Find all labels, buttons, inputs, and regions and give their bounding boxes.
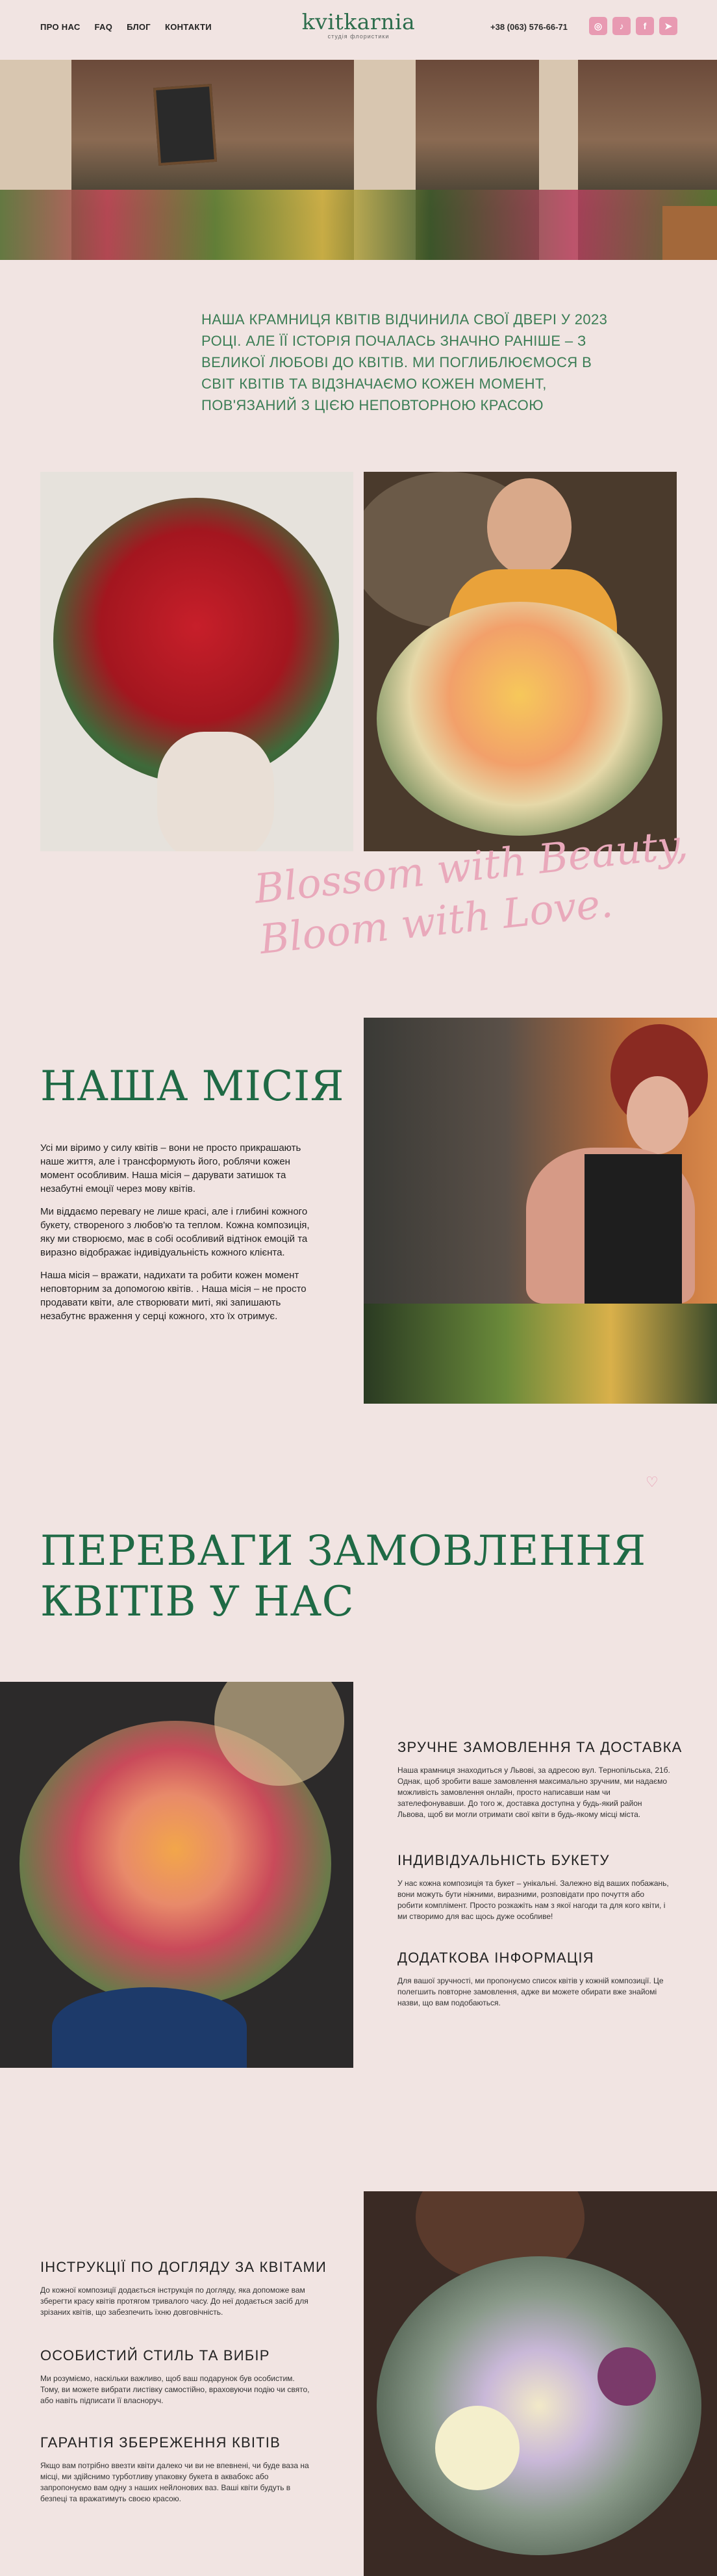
main-nav: ПРО НАС FAQ БЛОГ КОНТАКТИ [40, 22, 212, 32]
phone-number[interactable]: +38 (063) 576-66-71 [490, 22, 568, 32]
advantage-title-individual: ІНДИВІДУАЛЬНІСТЬ БУКЕТУ [397, 1852, 610, 1868]
intro-text: Наша крамниця квітів відчинила свої двер… [201, 311, 608, 413]
care-title-instructions: ІНСТРУКЦІЇ ПО ДОГЛЯДУ ЗА КВІТАМИ [40, 2259, 327, 2275]
nav-link-faq[interactable]: FAQ [95, 22, 113, 32]
mission-paragraph: Наша місія – вражати, надихати та робити… [40, 1270, 307, 1322]
advantages-title-line-1: ПЕРЕВАГИ ЗАМОВЛЕННЯ [40, 1527, 646, 1575]
mission-paragraph: Ми віддаємо перевагу не лише красі, але … [40, 1206, 310, 1258]
red-bouquet-photo [40, 472, 353, 851]
nav-link-contacts[interactable]: КОНТАКТИ [165, 22, 212, 32]
tiktok-icon[interactable]: ♪ [612, 17, 631, 35]
telegram-icon[interactable]: ➤ [659, 17, 677, 35]
mission-text: Усі ми віримо у силу квітів – вони не пр… [40, 1141, 326, 1332]
florist-photo [364, 1018, 717, 1404]
instagram-icon[interactable]: ◎ [589, 17, 607, 35]
advantages-title-line-2: КВІТІВ У НАС [40, 1578, 355, 1626]
advantage-text-info: Для вашої зручності, ми пропонуємо списо… [397, 1976, 664, 2007]
advantage-text-individual: У нас кожна композиція та букет – унікал… [397, 1879, 669, 1921]
heart-icon: ♡ [646, 1474, 659, 1490]
care-text-style: Ми розуміємо, наскільки важливо, щоб ваш… [40, 2374, 310, 2405]
advantage-title-info: ДОДАТКОВА ІНФОРМАЦІЯ [397, 1950, 594, 1966]
nav-link-about[interactable]: ПРО НАС [40, 22, 81, 32]
nav-link-blog[interactable]: БЛОГ [127, 22, 151, 32]
mission-paragraph: Усі ми віримо у силу квітів – вони не пр… [40, 1142, 301, 1194]
pastel-bouquet-photo [364, 2191, 717, 2576]
care-title-guarantee: ГАРАНТІЯ ЗБЕРЕЖЕННЯ КВІТІВ [40, 2434, 281, 2451]
yellow-bouquet-photo [364, 472, 677, 851]
protea-bouquet-photo [0, 1682, 353, 2068]
advantage-title-delivery: ЗРУЧНЕ ЗАМОВЛЕННЯ ТА ДОСТАВКА [397, 1739, 683, 1755]
hero-shop-photo [0, 60, 717, 260]
care-text-instructions: До кожної композиції додається інструкці… [40, 2286, 308, 2317]
care-text-guarantee: Якщо вам потрібно ввезти квіти далеко чи… [40, 2461, 309, 2503]
advantage-text-delivery: Наша крамниця знаходиться у Львові, за а… [397, 1766, 670, 1819]
social-links: ◎ ♪ f ➤ [589, 17, 677, 35]
facebook-icon[interactable]: f [636, 17, 654, 35]
care-title-style: ОСОБИСТИЙ СТИЛЬ ТА ВИБІР [40, 2347, 270, 2363]
advantages-title: ПЕРЕВАГИ ЗАМОВЛЕННЯ КВІТІВ У НАС [40, 1526, 646, 1627]
mission-title: НАША МІСІЯ [40, 1063, 344, 1111]
